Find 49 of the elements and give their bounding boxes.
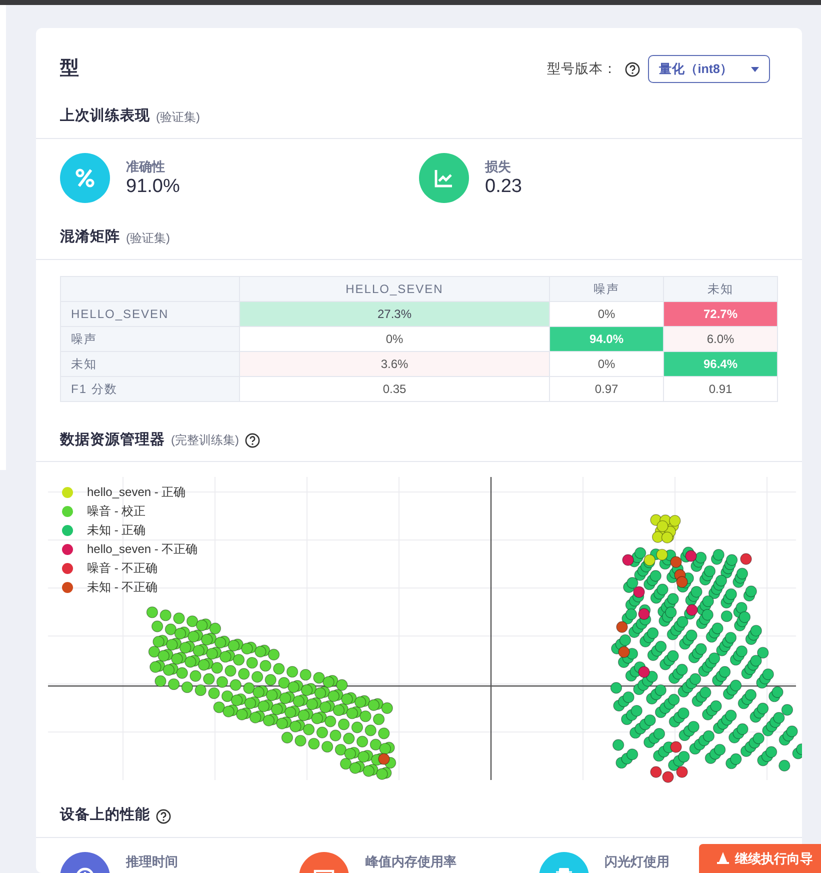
section-title: 上次训练表现 xyxy=(60,106,150,126)
table-cell: 0.97 xyxy=(550,376,664,401)
row-header: HELLO_SEVEN xyxy=(60,301,240,326)
table-cell: 0.35 xyxy=(240,376,550,401)
legend-label: 噪音 - 不正确 xyxy=(87,560,158,578)
caret-icon xyxy=(751,66,759,72)
table-cell: 96.4% xyxy=(664,351,778,376)
column-header: 未知 xyxy=(664,276,778,301)
help-icon[interactable] xyxy=(156,808,171,824)
section-note: (验证集) xyxy=(156,108,200,126)
metric-label: 损失 xyxy=(485,158,512,176)
section-note: (完整训练集) xyxy=(171,432,239,450)
help-icon[interactable] xyxy=(624,62,640,76)
section-note: (验证集) xyxy=(126,230,170,247)
legend-label: hello_seven - 正确 xyxy=(87,484,186,502)
table-cell: 0% xyxy=(550,351,664,376)
table-cell: 94.0% xyxy=(550,326,664,351)
column-header: HELLO_SEVEN xyxy=(240,276,550,301)
table-cell: 0% xyxy=(240,326,550,351)
help-icon[interactable] xyxy=(245,432,260,448)
metric-label: 准确性 xyxy=(126,158,166,176)
table-cell: 0% xyxy=(550,301,664,326)
section-title: 数据资源管理器 xyxy=(60,430,165,450)
column-header: 噪声 xyxy=(550,276,664,301)
version-label: 型号版本： xyxy=(546,60,617,78)
page-title: 型 xyxy=(60,56,79,81)
percent-icon xyxy=(73,166,97,190)
version-dropdown[interactable]: 量化（int8） xyxy=(648,54,770,84)
table-cell: 0.91 xyxy=(664,376,778,401)
row-header: F1 分数 xyxy=(60,376,240,401)
section-title: 设备上的性能 xyxy=(60,806,150,826)
metric-label: 峰值内存使用率 xyxy=(365,853,456,871)
legend-label: hello_seven - 不正确 xyxy=(87,541,198,558)
legend-label: 未知 - 正确 xyxy=(87,522,146,540)
table-cell: 6.0% xyxy=(664,326,778,351)
legend-label: 未知 - 不正确 xyxy=(87,579,158,596)
legend-label: 噪音 - 校正 xyxy=(87,503,146,520)
table-cell: 72.7% xyxy=(664,301,778,326)
metric-label: 闪光灯使用 xyxy=(604,853,670,871)
metric-value: 91.0% xyxy=(126,176,180,199)
continue-wizard-button[interactable]: 继续执行向导 xyxy=(699,844,821,873)
section-title: 混淆矩阵 xyxy=(60,228,120,247)
metric-value: 0.23 xyxy=(485,176,522,199)
wizard-hat-icon xyxy=(717,852,729,864)
row-header: 噪声 xyxy=(60,326,240,351)
table-cell: 27.3% xyxy=(240,301,550,326)
metric-label: 推理时间 xyxy=(126,853,178,871)
table-cell: 3.6% xyxy=(240,351,550,376)
row-header: 未知 xyxy=(60,351,240,376)
